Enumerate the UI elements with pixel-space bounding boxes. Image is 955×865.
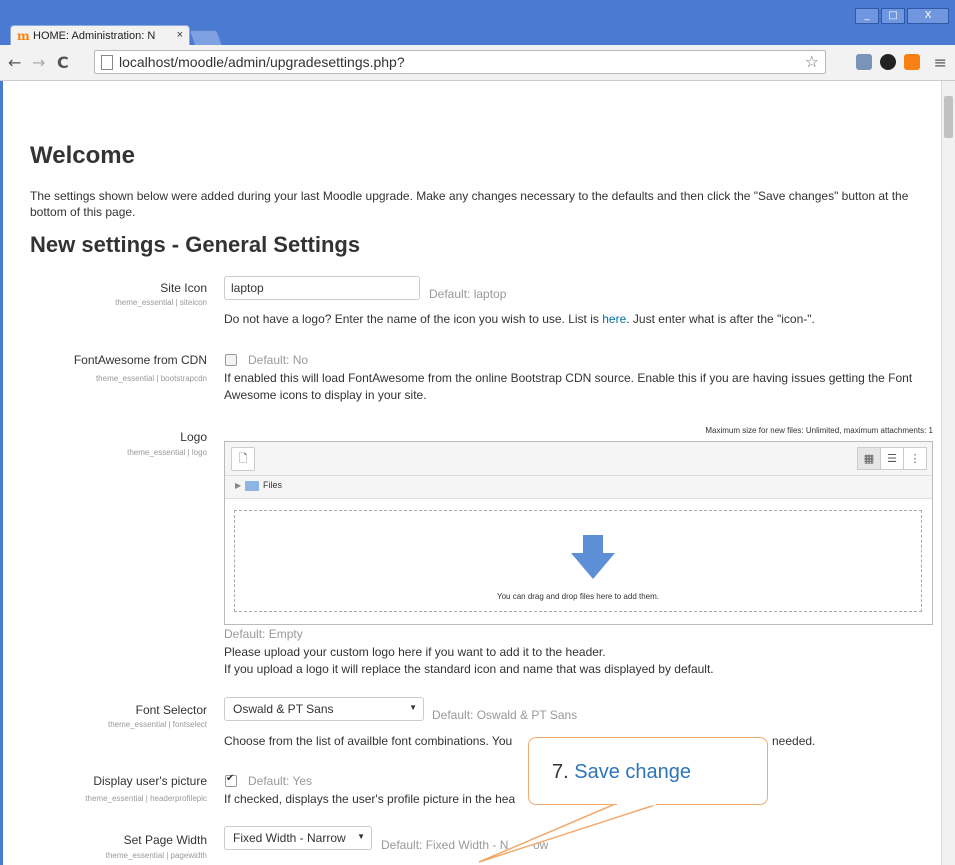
chevron-down-icon: ▼ [357,832,365,841]
view-mode-group: ▦ ☰ ⋮ [857,447,927,470]
expand-triangle-icon[interactable]: ▶ [235,481,241,490]
font-selector-default: Default: Oswald & PT Sans [432,708,578,722]
site-icon-label: Site Icon [160,281,207,295]
font-selector-dropdown[interactable]: Oswald & PT Sans ▼ [224,697,424,721]
font-selector-description: Choose from the list of availble font co… [224,734,513,748]
maximize-button[interactable]: □ [881,8,905,24]
page-heading: Welcome [30,142,135,169]
page-width-default-end: ow [533,838,549,852]
add-file-icon[interactable]: 🗋 [231,447,255,471]
browser-chrome: _ □ X m HOME: Administration: N × ← → C … [0,0,955,81]
page-width-value: Fixed Width - Narrow [233,831,346,845]
page-width-label: Set Page Width [123,833,207,847]
page-icon [101,55,113,70]
browser-menu-icon[interactable]: ≡ [934,53,947,72]
window-controls: _ □ X [855,8,949,24]
minimize-button[interactable]: _ [855,8,879,24]
page-width-key: theme_essential | pagewidth [105,851,207,860]
fontawesome-cdn-label: FontAwesome from CDN [73,353,207,367]
site-icon-input[interactable] [224,276,420,300]
font-selector-key: theme_essential | fontselect [107,720,207,729]
display-picture-label: Display user's picture [93,774,207,788]
drop-zone[interactable]: You can drag and drop files here to add … [234,510,922,612]
url-text: localhost/moodle/admin/upgradesettings.p… [119,54,405,70]
intro-text: The settings shown below were added duri… [30,189,909,219]
scrollbar-thumb[interactable] [944,96,953,138]
annotation-number: 7. [552,761,575,783]
max-size-note: Maximum size for new files: Unlimited, m… [705,426,933,435]
display-picture-description: If checked, displays the user's profile … [224,792,516,806]
logo-default: Default: Empty [224,627,303,641]
file-picker: 🗋 ▦ ☰ ⋮ ▶ Files You can drag and drop fi… [224,441,933,625]
window-edge [0,81,3,865]
folder-icon [245,481,259,491]
fontawesome-cdn-description: If enabled this will load FontAwesome fr… [224,371,913,402]
annotation-save-change: Save change [574,761,692,783]
moodle-favicon-icon: m [17,29,30,43]
page-width-dropdown[interactable]: Fixed Width - Narrow ▼ [224,826,372,850]
folder-name: Files [263,480,283,490]
vertical-scrollbar[interactable] [941,81,955,865]
page-width-default: Default: Fixed Width - N [381,838,509,852]
fontawesome-cdn-key: theme_essential | bootstrapcdn [95,374,207,383]
forward-arrow-icon[interactable]: → [32,53,45,72]
close-window-button[interactable]: X [907,8,949,24]
font-selector-description-end: needed. [772,734,816,748]
extension-camera-icon[interactable] [856,54,872,70]
font-selector-value: Oswald & PT Sans [233,702,334,716]
site-icon-description: Do not have a logo? Enter the name of th… [224,312,815,326]
display-picture-key: theme_essential | headerprofilepic [85,794,207,803]
tab-title: HOME: Administration: N [33,30,156,42]
extension-cart-icon[interactable] [904,54,920,70]
tree-view-icon[interactable]: ⋮ [903,447,927,470]
list-view-icon[interactable]: ☰ [880,447,904,470]
address-bar[interactable]: localhost/moodle/admin/upgradesettings.p… [94,50,826,74]
browser-tab[interactable]: m HOME: Administration: N × [10,25,190,46]
site-icon-default: Default: laptop [429,287,507,301]
back-arrow-icon[interactable]: ← [8,53,21,72]
download-arrow-icon [571,535,615,579]
font-selector-label: Font Selector [135,703,207,717]
extension-circle-icon[interactable] [880,54,896,70]
annotation-text: 7. Save change [552,761,691,784]
logo-label: Logo [180,430,207,444]
reload-icon[interactable]: C [57,53,69,72]
display-picture-default: Default: Yes [248,774,313,788]
bookmark-star-icon[interactable]: ☆ [805,52,819,71]
display-picture-checkbox[interactable] [225,773,237,787]
browser-toolbar: ← → C localhost/moodle/admin/upgradesett… [0,45,955,81]
logo-key: theme_essential | logo [127,448,207,457]
chevron-down-icon: ▼ [409,703,417,712]
section-title: New settings - General Settings [30,232,361,257]
fontawesome-cdn-default: Default: No [248,353,309,367]
icon-list-link[interactable]: here [602,312,626,326]
icon-view-icon[interactable]: ▦ [857,447,881,470]
file-path-bar[interactable]: ▶ Files [225,476,932,499]
drop-zone-text: You can drag and drop files here to add … [496,592,660,601]
site-icon-key: theme_essential | siteicon [115,298,207,307]
logo-description-2: If you upload a logo it will replace the… [224,662,714,676]
file-picker-toolbar: 🗋 ▦ ☰ ⋮ [225,442,932,476]
fontawesome-cdn-checkbox[interactable] [225,354,237,366]
logo-description-1: Please upload your custom logo here if y… [224,645,606,659]
tab-close-icon[interactable]: × [177,29,183,41]
